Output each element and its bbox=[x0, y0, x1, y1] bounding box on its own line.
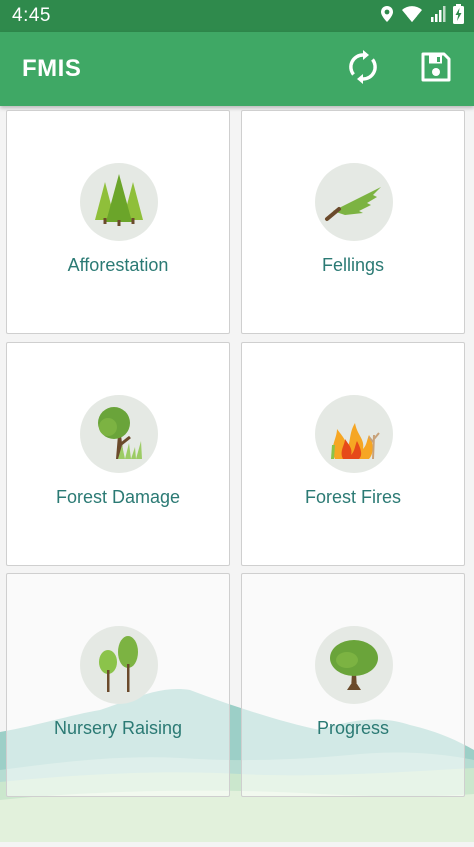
menu-card-nursery-raising[interactable]: Nursery Raising bbox=[6, 573, 230, 797]
forest-fire-icon bbox=[323, 401, 385, 468]
icon-circle bbox=[315, 626, 393, 704]
icon-circle bbox=[315, 395, 393, 473]
icon-circle bbox=[315, 163, 393, 241]
menu-card-forest-fires[interactable]: Forest Fires bbox=[241, 342, 465, 566]
status-time: 4:45 bbox=[12, 5, 51, 26]
menu-card-label: Forest Damage bbox=[55, 487, 181, 507]
felled-tree-icon bbox=[323, 169, 385, 236]
save-icon bbox=[420, 51, 452, 88]
grown-tree-icon bbox=[323, 632, 385, 699]
saplings-icon bbox=[88, 632, 150, 699]
sync-button[interactable] bbox=[343, 49, 383, 89]
app-title: FMIS bbox=[22, 55, 82, 82]
status-icons bbox=[380, 3, 464, 29]
menu-card-label: Nursery Raising bbox=[53, 718, 183, 738]
menu-card-progress[interactable]: Progress bbox=[241, 573, 465, 797]
save-button[interactable] bbox=[416, 49, 456, 89]
menu-card-label: Forest Fires bbox=[304, 487, 401, 507]
status-bar: 4:45 bbox=[0, 0, 474, 32]
menu-card-label: Fellings bbox=[321, 255, 385, 275]
damaged-tree-icon bbox=[88, 401, 150, 468]
menu-card-label: Afforestation bbox=[67, 255, 169, 275]
pine-trees-icon bbox=[89, 170, 149, 235]
menu-card-afforestation[interactable]: Afforestation bbox=[6, 110, 230, 334]
signal-icon bbox=[430, 5, 446, 28]
icon-circle bbox=[80, 626, 158, 704]
menu-card-forest-damage[interactable]: Forest Damage bbox=[6, 342, 230, 566]
app-bar: FMIS bbox=[0, 32, 474, 106]
icon-circle bbox=[80, 395, 158, 473]
icon-circle bbox=[80, 163, 158, 241]
sync-icon bbox=[346, 49, 380, 89]
location-icon bbox=[380, 5, 394, 28]
battery-charging-icon bbox=[453, 3, 464, 29]
menu-card-fellings[interactable]: Fellings bbox=[241, 110, 465, 334]
wifi-icon bbox=[401, 5, 423, 28]
menu-card-label: Progress bbox=[316, 718, 390, 738]
